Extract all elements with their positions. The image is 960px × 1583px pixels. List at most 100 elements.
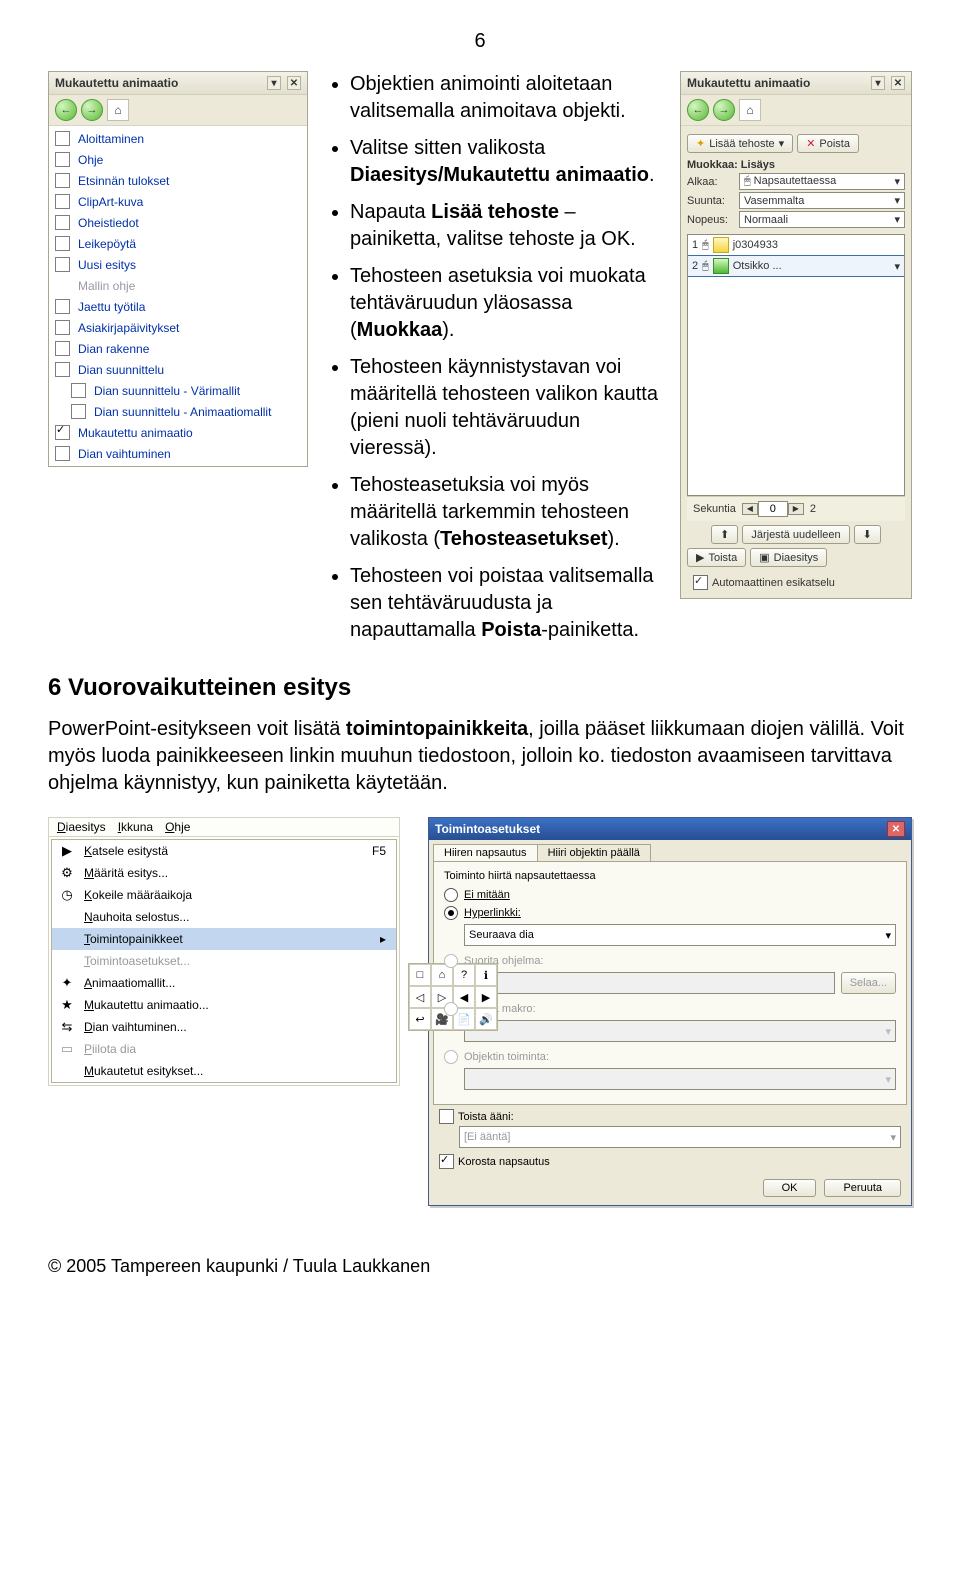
task-pane-item[interactable]: Dian rakenne: [49, 338, 307, 359]
task-pane-item-label: Etsinnän tulokset: [78, 174, 169, 188]
task-pane-item-label: Dian rakenne: [78, 342, 149, 356]
task-pane-item[interactable]: Jaettu työtila: [49, 296, 307, 317]
browse-button[interactable]: Selaa...: [841, 972, 896, 994]
direction-dropdown[interactable]: Vasemmalta ▾: [739, 192, 905, 209]
ok-button[interactable]: OK: [763, 1179, 817, 1197]
tab-mouse-click[interactable]: Hiiren napsautus: [433, 844, 538, 861]
forward-icon[interactable]: →: [713, 99, 735, 121]
menu-item[interactable]: ✦Animaatiomallit...: [52, 972, 396, 994]
task-pane-item[interactable]: Mukautettu animaatio: [49, 422, 307, 443]
auto-preview-checkbox[interactable]: [693, 575, 708, 590]
list-item: Valitse sitten valikosta Diaesitys/Mukau…: [350, 135, 664, 189]
action-button-icon[interactable]: ◁: [409, 986, 431, 1008]
start-dropdown[interactable]: 🖱 Napsautettaessa ▾: [739, 173, 905, 190]
remove-effect-button[interactable]: ✕ Poista: [797, 134, 859, 153]
action-button-icon[interactable]: 🔊: [475, 1008, 497, 1030]
checkbox-icon: [55, 425, 70, 440]
task-pane-item[interactable]: Etsinnän tulokset: [49, 170, 307, 191]
footer-copyright: © 2005 Tampereen kaupunki / Tuula Laukka…: [48, 1256, 912, 1277]
menubar-item[interactable]: Ikkuna: [118, 820, 153, 834]
menu-item-icon: ▭: [58, 1040, 76, 1058]
task-pane-item[interactable]: Dian suunnittelu - Värimallit: [49, 380, 307, 401]
dialog-title: Toimintoasetukset: [435, 822, 540, 836]
cancel-button[interactable]: Peruuta: [824, 1179, 901, 1197]
action-button-grid[interactable]: □⌂?ℹ◁▷◀▶↩🎥📄🔊: [408, 963, 498, 1031]
checkbox-icon: [71, 383, 86, 398]
menu-item-icon: ⚙: [58, 864, 76, 882]
task-pane-item[interactable]: Aloittaminen: [49, 128, 307, 149]
checkbox-icon: [55, 362, 70, 377]
menu-item-label: Toimintoasetukset...: [84, 954, 190, 968]
radio-run-program[interactable]: Suorita ohjelma:: [444, 952, 896, 970]
radio-hyperlink[interactable]: Hyperlinkki:: [444, 904, 896, 922]
task-pane-item[interactable]: Dian suunnittelu - Animaatiomallit: [49, 401, 307, 422]
sound-dropdown: [Ei ääntä]▾: [459, 1126, 901, 1148]
hyperlink-target-dropdown[interactable]: Seuraava dia ▾: [464, 924, 896, 946]
task-pane-item[interactable]: Mallin ohje: [49, 275, 307, 296]
play-button[interactable]: ▶ Toista: [687, 548, 746, 567]
forward-icon[interactable]: →: [81, 99, 103, 121]
speed-label: Nopeus:: [687, 214, 735, 226]
menu-item-label: Määritä esitys...: [84, 866, 168, 880]
action-button-icon[interactable]: ▶: [475, 986, 497, 1008]
reorder-up-button[interactable]: ⬆: [711, 525, 738, 544]
task-pane-item[interactable]: Asiakirjapäivitykset: [49, 317, 307, 338]
action-button-icon[interactable]: ↩: [409, 1008, 431, 1030]
chevron-down-icon[interactable]: ▾: [894, 260, 900, 273]
seconds-stepper[interactable]: ◀ ▶: [742, 501, 804, 517]
menu-item[interactable]: Toimintopainikkeet▸: [52, 928, 396, 950]
close-icon[interactable]: ✕: [887, 821, 905, 837]
task-pane-item[interactable]: Dian vaihtuminen: [49, 443, 307, 464]
menu-item-icon: ★: [58, 996, 76, 1014]
menubar-item[interactable]: Diaesitys: [57, 820, 106, 834]
back-icon[interactable]: ←: [687, 99, 709, 121]
close-icon[interactable]: ✕: [891, 76, 905, 90]
checkbox-icon: [55, 320, 70, 335]
timeline-end: 2: [810, 503, 816, 515]
effect-row[interactable]: 2🖱Otsikko ...▾: [687, 255, 905, 277]
effect-row[interactable]: 1🖱j0304933: [688, 235, 904, 256]
menu-item[interactable]: ◷Kokeile määräaikoja: [52, 884, 396, 906]
task-pane-item-label: Dian suunnittelu: [78, 363, 164, 377]
effect-list[interactable]: 1🖱j03049332🖱Otsikko ...▾: [687, 234, 905, 496]
radio-none[interactable]: Ei mitään: [444, 886, 896, 904]
menu-item[interactable]: ⇆Dian vaihtuminen...: [52, 1016, 396, 1038]
menubar-item[interactable]: Ohje: [165, 820, 190, 834]
action-button-icon[interactable]: ?: [453, 964, 475, 986]
back-icon[interactable]: ←: [55, 99, 77, 121]
play-sound-checkbox[interactable]: [439, 1109, 454, 1124]
task-pane-item[interactable]: Dian suunnittelu: [49, 359, 307, 380]
speed-dropdown[interactable]: Normaali ▾: [739, 211, 905, 228]
edit-effect-label: Muokkaa: Lisäys: [687, 159, 905, 171]
task-pane-item[interactable]: Ohje: [49, 149, 307, 170]
menu-item[interactable]: ★Mukautettu animaatio...: [52, 994, 396, 1016]
task-pane-item[interactable]: ClipArt-kuva: [49, 191, 307, 212]
reorder-down-button[interactable]: ⬇: [854, 525, 881, 544]
tab-mouse-over[interactable]: Hiiri objektin päällä: [537, 844, 651, 861]
add-effect-button[interactable]: ✦ Lisää tehoste ▾: [687, 134, 793, 153]
highlight-click-checkbox[interactable]: [439, 1154, 454, 1169]
checkbox-icon: [55, 236, 70, 251]
home-icon[interactable]: ⌂: [739, 99, 761, 121]
task-pane-item-label: Dian suunnittelu - Animaatiomallit: [94, 405, 271, 419]
menu-item[interactable]: ▶Katsele esitystäF5: [52, 840, 396, 862]
task-pane-item[interactable]: Oheistiedot: [49, 212, 307, 233]
action-button-icon[interactable]: □: [409, 964, 431, 986]
task-pane-item[interactable]: Leikepöytä: [49, 233, 307, 254]
section-paragraph: PowerPoint-esitykseen voit lisätä toimin…: [48, 716, 912, 797]
action-settings-dialog: Toimintoasetukset ✕ Hiiren napsautus Hii…: [428, 817, 912, 1206]
auto-preview-label: Automaattinen esikatselu: [712, 577, 835, 589]
dropdown-arrow-icon[interactable]: ▾: [871, 76, 885, 90]
dropdown-arrow-icon[interactable]: ▾: [267, 76, 281, 90]
menu-item[interactable]: ⚙ Määritä esitys...: [52, 862, 396, 884]
slideshow-button[interactable]: ▣ Diaesitys: [750, 548, 827, 567]
action-button-icon[interactable]: ℹ: [475, 964, 497, 986]
close-icon[interactable]: ✕: [287, 76, 301, 90]
list-item: Tehosteen käynnistystavan voi määritellä…: [350, 354, 664, 462]
menu-item[interactable]: Mukautetut esitykset...: [52, 1060, 396, 1082]
menu-item[interactable]: Nauhoita selostus...: [52, 906, 396, 928]
checkbox-icon: [71, 404, 86, 419]
page-number: 6: [48, 30, 912, 53]
home-icon[interactable]: ⌂: [107, 99, 129, 121]
task-pane-item[interactable]: Uusi esitys: [49, 254, 307, 275]
